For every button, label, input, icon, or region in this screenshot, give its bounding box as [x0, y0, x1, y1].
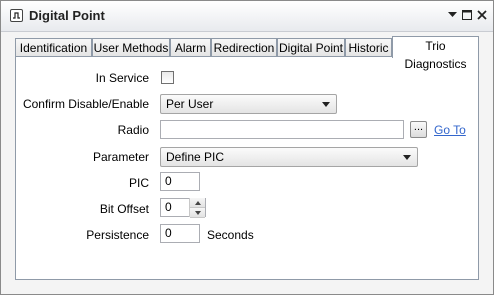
- chevron-down-icon: [322, 102, 330, 107]
- tab-identification[interactable]: Identification: [15, 38, 92, 57]
- pic-input[interactable]: 0: [160, 172, 200, 191]
- chevron-down-icon[interactable]: [445, 8, 459, 22]
- maximize-icon[interactable]: [460, 8, 474, 22]
- confirm-disable-label: Confirm Disable/Enable: [22, 97, 149, 111]
- tab-user-methods[interactable]: User Methods: [92, 38, 170, 57]
- radio-browse-button[interactable]: ...: [410, 121, 427, 138]
- tab-digital-point[interactable]: Digital Point: [277, 38, 345, 57]
- digital-pulse-icon: [10, 9, 23, 22]
- radio-input[interactable]: [160, 120, 404, 139]
- tab-label: Trio Diagnostics: [404, 39, 467, 71]
- radio-label: Radio: [117, 123, 149, 137]
- chevron-down-icon: [403, 155, 411, 160]
- bit-offset-label: Bit Offset: [99, 202, 149, 216]
- close-icon[interactable]: [475, 8, 489, 22]
- confirm-disable-select[interactable]: Per User: [160, 94, 337, 114]
- persistence-unit: Seconds: [207, 228, 254, 242]
- window-title: Digital Point: [29, 8, 105, 23]
- tab-label: Identification: [19, 41, 88, 55]
- parameter-label: Parameter: [92, 150, 149, 164]
- tab-label: User Methods: [93, 41, 169, 55]
- in-service-label: In Service: [95, 71, 149, 85]
- persistence-input[interactable]: 0: [160, 224, 200, 243]
- tab-redirection[interactable]: Redirection: [211, 38, 277, 57]
- persistence-label: Persistence: [86, 228, 149, 242]
- radio-goto-link[interactable]: Go To: [434, 123, 466, 137]
- tab-label: Redirection: [213, 41, 275, 55]
- tab-label: Historic: [348, 41, 389, 55]
- tab-historic[interactable]: Historic: [345, 38, 392, 57]
- tab-label: Alarm: [174, 41, 207, 55]
- in-service-checkbox[interactable]: [161, 71, 174, 84]
- title-bar[interactable]: Digital Point: [1, 1, 493, 32]
- tab-panel: [15, 56, 479, 280]
- digital-point-window: Digital Point Identification User Method…: [0, 0, 494, 295]
- bit-offset-value: 0: [165, 200, 172, 214]
- parameter-value: Define PIC: [166, 150, 225, 164]
- tab-trio-diagnostics[interactable]: Trio Diagnostics: [392, 36, 479, 71]
- tab-alarm[interactable]: Alarm: [170, 38, 211, 57]
- tab-label: Digital Point: [278, 41, 344, 55]
- spin-down-icon[interactable]: [190, 208, 205, 218]
- parameter-select[interactable]: Define PIC: [160, 147, 418, 167]
- bit-offset-spin-buttons[interactable]: [189, 198, 205, 218]
- pic-label: PIC: [128, 176, 149, 190]
- confirm-disable-value: Per User: [166, 97, 214, 111]
- spin-up-icon[interactable]: [190, 198, 205, 208]
